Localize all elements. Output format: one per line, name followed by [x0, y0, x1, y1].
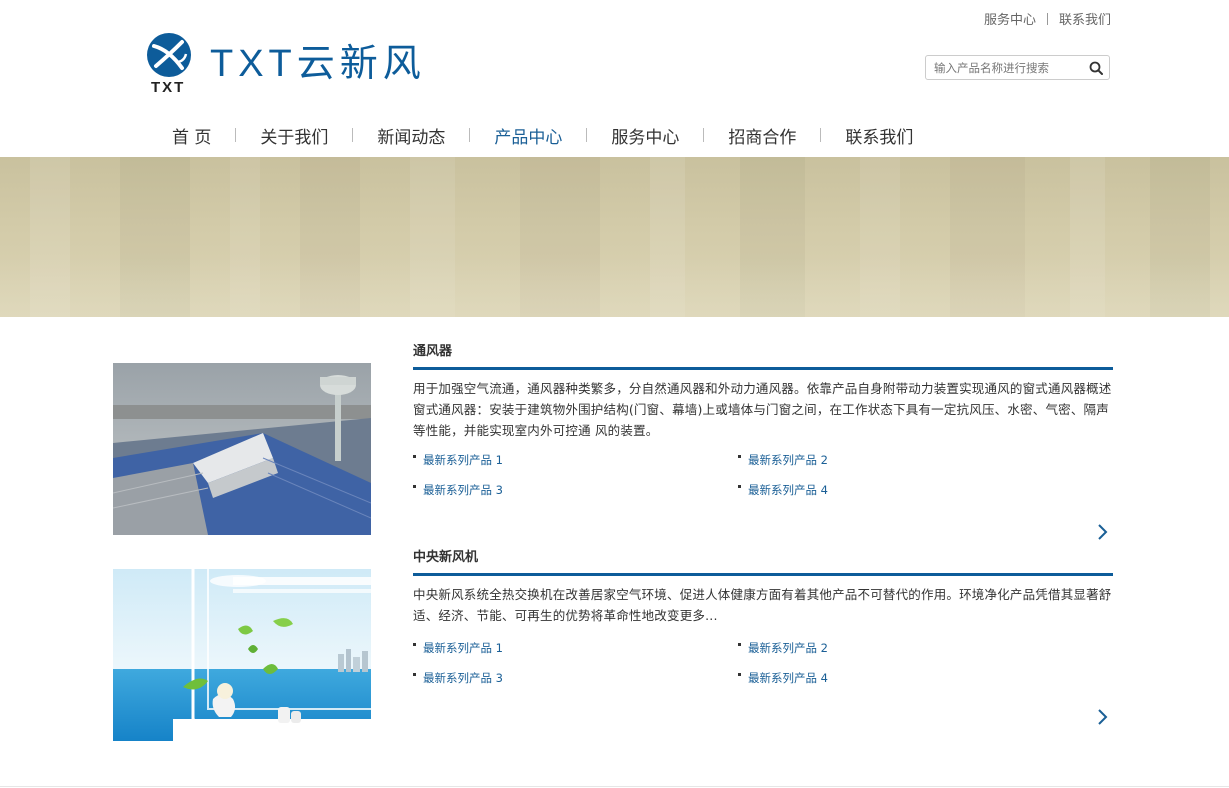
bullet-icon	[413, 642, 416, 646]
product-link-label: 最新系列产品 1	[423, 453, 503, 467]
bullet-icon	[738, 454, 741, 458]
product-title-rule	[413, 367, 1113, 370]
more-button[interactable]	[1095, 708, 1109, 726]
product-link[interactable]: 最新系列产品 3	[413, 670, 503, 686]
product-link-label: 最新系列产品 2	[748, 453, 828, 467]
product-description: 中央新风系统全热交换机在改善居家空气环境、促进人体健康方面有着其他产品不可替代的…	[413, 587, 1112, 623]
footer-divider	[0, 786, 1229, 787]
product-title-rule	[413, 573, 1113, 576]
nav-item-service[interactable]: 服务中心	[587, 123, 703, 148]
product-link[interactable]: 最新系列产品 1	[413, 640, 503, 656]
nav-item-contact[interactable]: 联系我们	[821, 123, 937, 148]
product-image-ventilator[interactable]	[113, 363, 371, 535]
main-nav: 首 页 关于我们 新闻动态 产品中心 服务中心 招商合作 联系我们	[148, 120, 937, 150]
logo-mark: TXT	[146, 32, 192, 98]
product-link-label: 最新系列产品 3	[423, 671, 503, 685]
bullet-icon	[413, 672, 416, 676]
product-link-label: 最新系列产品 1	[423, 641, 503, 655]
logo-circle-icon	[147, 33, 191, 77]
product-link-label: 最新系列产品 4	[748, 483, 828, 497]
product-link[interactable]: 最新系列产品 3	[413, 482, 503, 498]
product-link[interactable]: 最新系列产品 1	[413, 452, 503, 468]
site-logo[interactable]: TXT TXT云新风	[146, 32, 426, 98]
top-link-service[interactable]: 服务中心	[984, 9, 1036, 28]
top-link-contact[interactable]: 联系我们	[1059, 9, 1111, 28]
product-description: 用于加强空气流通，通风器种类繁多，分自然通风器和外动力通风器。依靠产品自身附带动…	[413, 381, 1112, 438]
nav-item-partnership[interactable]: 招商合作	[704, 123, 820, 148]
product-link[interactable]: 最新系列产品 4	[738, 670, 828, 686]
nav-item-news[interactable]: 新闻动态	[353, 123, 469, 148]
more-button[interactable]	[1095, 523, 1109, 541]
bullet-icon	[738, 484, 741, 488]
product-link-label: 最新系列产品 3	[423, 483, 503, 497]
bullet-icon	[738, 672, 741, 676]
product-link[interactable]: 最新系列产品 4	[738, 482, 828, 498]
product-link[interactable]: 最新系列产品 2	[738, 452, 828, 468]
page-banner	[0, 157, 1229, 317]
fresh-air-seaside-photo	[113, 569, 371, 741]
search-button[interactable]	[1083, 56, 1109, 79]
top-links-divider	[1046, 12, 1048, 25]
top-links: 服务中心 联系我们	[984, 9, 1111, 28]
chevron-right-icon	[1098, 524, 1108, 540]
rooftop-ventilator-photo	[113, 363, 371, 535]
logo-text: TXT云新风	[210, 42, 426, 85]
product-links: 最新系列产品 1 最新系列产品 2 最新系列产品 3 最新系列产品 4	[413, 452, 1113, 512]
bullet-icon	[413, 454, 416, 458]
bullet-icon	[738, 642, 741, 646]
product-links: 最新系列产品 1 最新系列产品 2 最新系列产品 3 最新系列产品 4	[413, 640, 1113, 700]
chevron-right-icon	[1098, 709, 1108, 725]
search-input[interactable]	[926, 56, 1083, 79]
search-box	[925, 55, 1110, 80]
nav-item-about[interactable]: 关于我们	[236, 123, 352, 148]
product-title[interactable]: 中央新风机	[413, 549, 1113, 573]
nav-item-home[interactable]: 首 页	[148, 123, 235, 148]
product-info-central-fresh-air: 中央新风机 中央新风系统全热交换机在改善居家空气环境、促进人体健康方面有着其他产…	[413, 549, 1113, 725]
product-link-label: 最新系列产品 4	[748, 671, 828, 685]
product-info-ventilator: 通风器 用于加强空气流通，通风器种类繁多，分自然通风器和外动力通风器。依靠产品自…	[413, 343, 1113, 540]
product-link-label: 最新系列产品 2	[748, 641, 828, 655]
product-link[interactable]: 最新系列产品 2	[738, 640, 828, 656]
logo-mark-text: TXT	[151, 79, 186, 96]
nav-item-products[interactable]: 产品中心	[470, 123, 586, 148]
bullet-icon	[413, 484, 416, 488]
search-icon	[1089, 61, 1103, 75]
product-image-central-fresh-air[interactable]	[113, 569, 371, 741]
product-title[interactable]: 通风器	[413, 343, 1113, 367]
